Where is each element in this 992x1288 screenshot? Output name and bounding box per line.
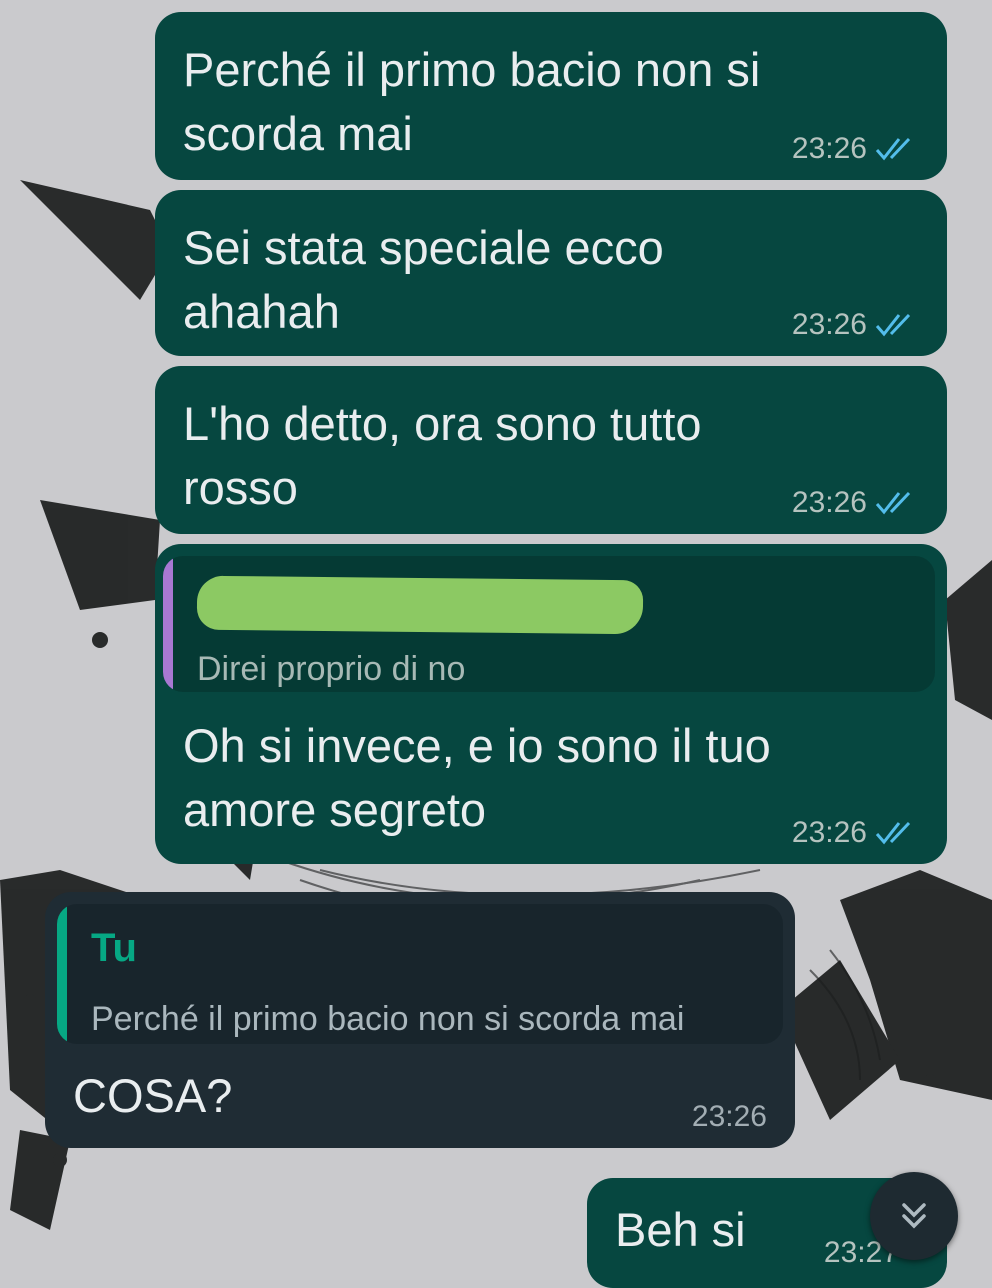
message-meta: 23:26 [792,816,919,850]
message-time: 23:26 [691,1100,767,1133]
message-time: 23:26 [791,132,867,165]
scroll-to-bottom-button[interactable] [870,1172,958,1260]
double-check-icon [875,137,911,161]
chevron-down-icon [902,1203,926,1229]
quote-bar [57,904,67,1044]
message-text: Sei stata speciale ecco ahahah [183,221,664,338]
message-meta: 23:26 [792,308,919,342]
double-check-icon [875,821,911,845]
message-time: 23:26 [791,816,867,849]
message-time: 23:26 [791,308,867,341]
outgoing-message[interactable]: Sei stata speciale ecco ahahah 23:26 [155,190,947,356]
reply-quote[interactable]: Tu Perché il primo bacio non si scorda m… [57,904,783,1044]
message-text: Beh si [615,1203,746,1256]
quote-bar [163,556,173,692]
incoming-message-with-reply[interactable]: Tu Perché il primo bacio non si scorda m… [45,892,795,1148]
double-check-icon [875,313,911,337]
message-text: L'ho detto, ora sono tutto rosso [183,397,702,514]
message-time: 23:26 [791,486,867,519]
reply-quote-text: Perché il primo bacio non si scorda mai [91,1000,685,1038]
outgoing-message[interactable]: Perché il primo bacio non si scorda mai … [155,12,947,180]
message-meta: 23:26 [792,132,919,166]
double-check-icon [875,491,911,515]
outgoing-message-with-reply[interactable]: Direi proprio di no Oh si invece, e io s… [155,544,947,864]
message-text: Oh si invece, e io sono il tuo amore seg… [183,719,771,836]
reply-sender: Tu [91,926,137,970]
outgoing-message[interactable]: L'ho detto, ora sono tutto rosso 23:26 [155,366,947,534]
message-meta: 23:26 [692,1100,767,1134]
message-meta: 23:26 [792,486,919,520]
redacted-sender [196,575,644,635]
reply-quote-text: Direi proprio di no [197,650,466,688]
message-text: COSA? [73,1069,233,1122]
reply-quote[interactable]: Direi proprio di no [163,556,935,692]
